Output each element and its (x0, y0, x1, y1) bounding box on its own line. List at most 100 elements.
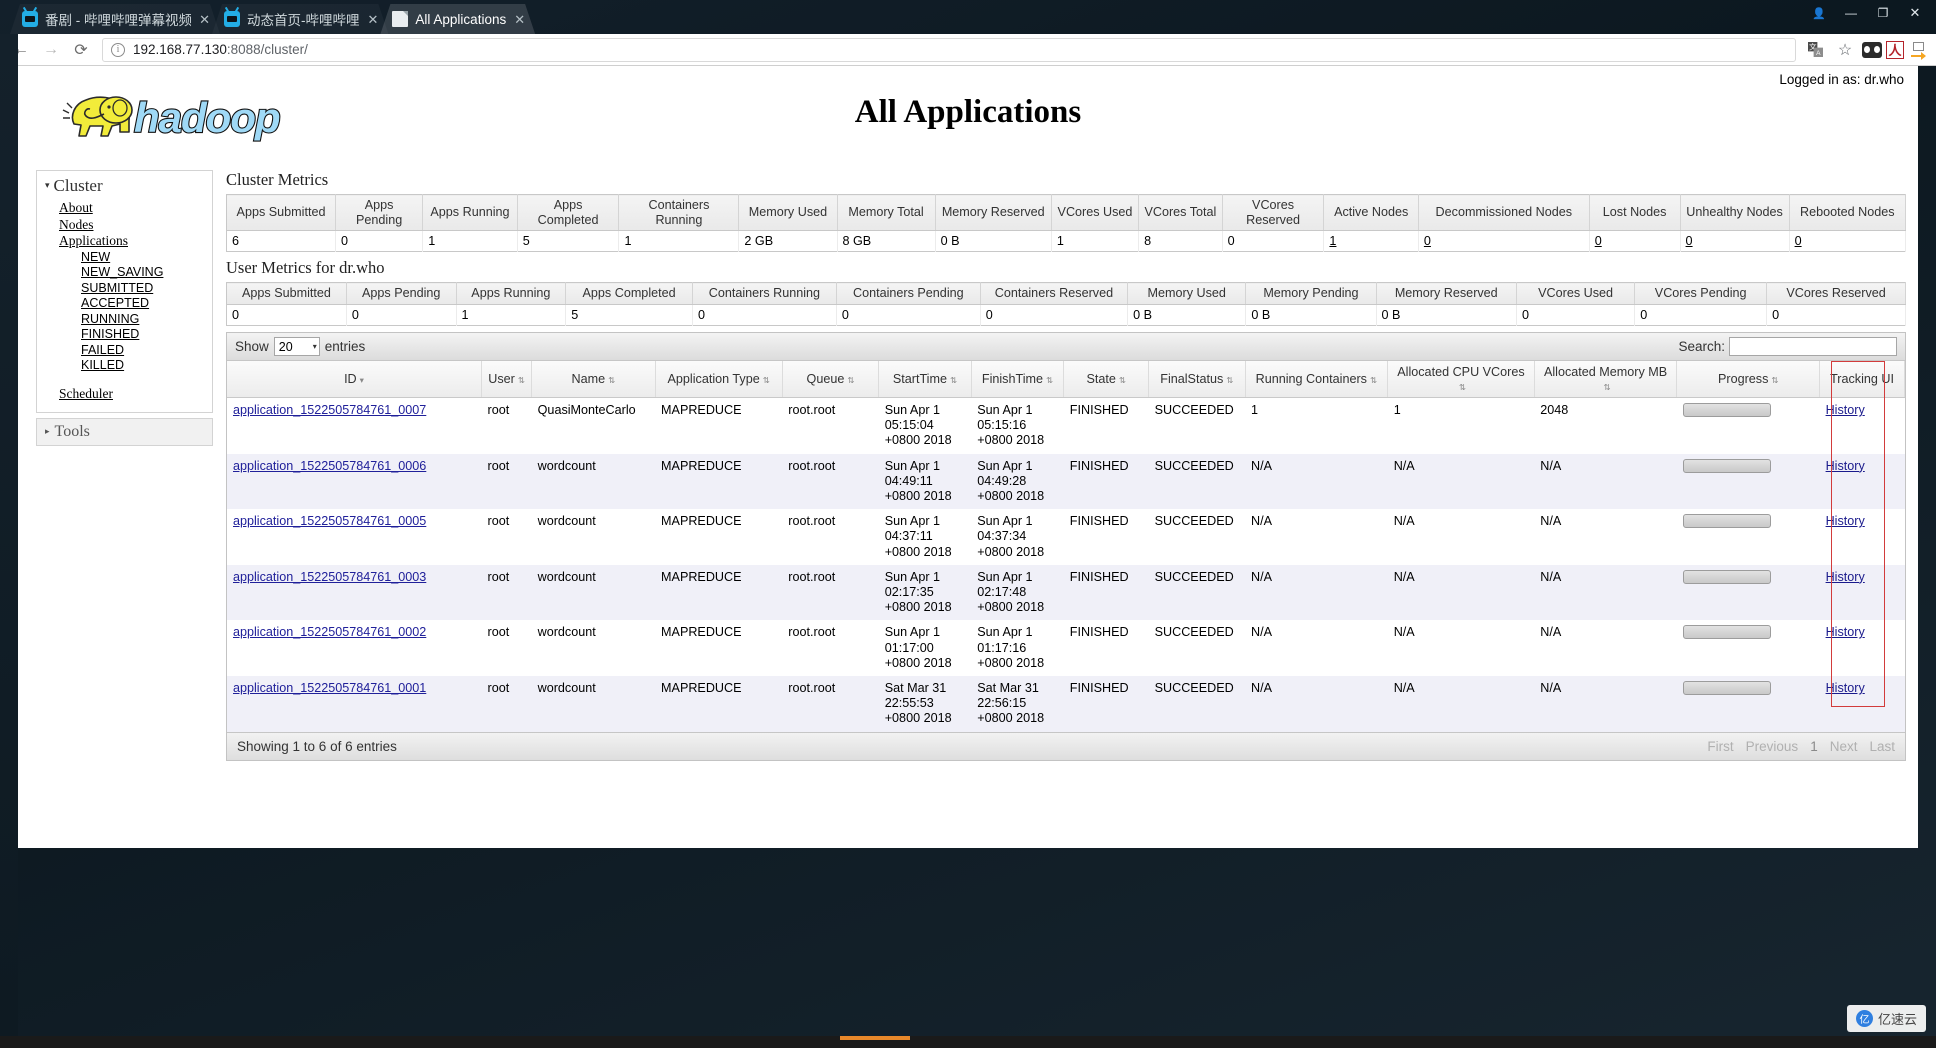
pagination-page-1[interactable]: 1 (1810, 739, 1818, 754)
cell-finalstatus: SUCCEEDED (1148, 453, 1246, 510)
watermark-logo-icon: 亿 (1855, 1010, 1873, 1027)
uval-apps-submitted: 0 (226, 304, 347, 326)
cluster-panel-header[interactable]: ▾ Cluster (37, 171, 212, 200)
history-link[interactable]: History (1826, 570, 1865, 584)
sidebar-item-scheduler[interactable]: Scheduler (59, 386, 212, 403)
th-starttime[interactable]: StartTime ⇅ (878, 361, 972, 398)
uth-memory-used: Memory Used (1127, 282, 1247, 305)
cell-running-containers: N/A (1245, 620, 1388, 677)
tab-close-icon[interactable]: ✕ (368, 13, 379, 26)
sidebar-item-running[interactable]: RUNNING (81, 312, 212, 328)
sidebar-item-new-saving[interactable]: NEW_SAVING (81, 265, 212, 281)
site-info-icon[interactable]: i (111, 42, 125, 57)
translate-icon[interactable]: 文 A (1802, 37, 1828, 63)
th-finishtime[interactable]: FinishTime ⇅ (971, 361, 1065, 398)
application-id-link[interactable]: application_1522505784761_0002 (233, 625, 426, 639)
application-id-link[interactable]: application_1522505784761_0005 (233, 514, 426, 528)
page-length-select[interactable]: 20 ▾ (273, 337, 320, 356)
search-input[interactable] (1729, 337, 1897, 356)
th-finalstatus[interactable]: FinalStatus ⇅ (1148, 361, 1246, 398)
th-running-containers[interactable]: Running Containers ⇅ (1245, 361, 1389, 398)
table-row[interactable]: application_1522505784761_0006 root word… (227, 453, 1905, 510)
sidebar-item-accepted[interactable]: ACCEPTED (81, 296, 212, 312)
application-id-link[interactable]: application_1522505784761_0001 (233, 681, 426, 695)
download-icon[interactable] (1908, 40, 1930, 60)
cell-finalstatus: SUCCEEDED (1148, 676, 1246, 732)
applications-datatable: Show 20 ▾ entries Search: ID ▾ User ⇅ Na… (226, 332, 1906, 761)
minimize-button[interactable]: — (1836, 2, 1866, 24)
uval-containers-pending: 0 (836, 304, 981, 326)
history-link[interactable]: History (1826, 625, 1865, 639)
link-lost-nodes[interactable]: 0 (1595, 234, 1602, 248)
pagination-next[interactable]: Next (1830, 739, 1858, 754)
table-row[interactable]: application_1522505784761_0001 root word… (227, 676, 1905, 732)
history-link[interactable]: History (1826, 514, 1865, 528)
table-row[interactable]: application_1522505784761_0003 root word… (227, 564, 1905, 621)
profile-icon[interactable]: 👤 (1804, 2, 1834, 24)
progress-indicator (840, 1036, 910, 1040)
browser-tab-2[interactable]: 动态首页-哔哩哔哩 ✕ (212, 4, 388, 34)
th-allocated-cpu-vcores[interactable]: Allocated CPU VCores ⇅ (1387, 361, 1535, 398)
pagination-last[interactable]: Last (1869, 739, 1895, 754)
tab-close-icon[interactable]: ✕ (514, 13, 525, 26)
th-queue[interactable]: Queue ⇅ (782, 361, 880, 398)
th-allocated-cpu-vcores-label: Allocated CPU VCores (1397, 365, 1525, 379)
cell-application-type: MAPREDUCE (655, 564, 783, 621)
table-row[interactable]: application_1522505784761_0005 root word… (227, 509, 1905, 565)
tools-panel[interactable]: ▸ Tools (36, 418, 213, 446)
application-id-link[interactable]: application_1522505784761_0007 (233, 403, 426, 417)
extension-icon[interactable] (1862, 41, 1882, 58)
table-row[interactable]: application_1522505784761_0002 root word… (227, 620, 1905, 677)
history-link[interactable]: History (1826, 681, 1865, 695)
tab-close-icon[interactable]: ✕ (199, 13, 210, 26)
forward-icon[interactable]: → (36, 37, 66, 63)
sidebar-item-killed[interactable]: KILLED (81, 358, 212, 374)
application-id-link[interactable]: application_1522505784761_0003 (233, 570, 426, 584)
maximize-button[interactable]: ❐ (1868, 2, 1898, 24)
cell-id: application_1522505784761_0005 (227, 509, 482, 565)
sidebar-item-applications[interactable]: Applications (59, 233, 212, 250)
uth-apps-running: Apps Running (456, 282, 567, 305)
table-row[interactable]: application_1522505784761_0007 root Quas… (227, 397, 1905, 454)
th-name[interactable]: Name ⇅ (531, 361, 656, 398)
sidebar-item-nodes[interactable]: Nodes (59, 217, 212, 234)
browser-tab-3-active[interactable]: All Applications ✕ (380, 4, 535, 34)
show-label: Show (235, 339, 269, 354)
pagination-first[interactable]: First (1707, 739, 1733, 754)
close-window-button[interactable]: ✕ (1900, 2, 1930, 24)
uval-vcores-used: 0 (1516, 304, 1636, 326)
link-rebooted-nodes[interactable]: 0 (1795, 234, 1802, 248)
th-tracking-ui[interactable]: Tracking UI (1819, 361, 1905, 398)
th-allocated-memory-mb[interactable]: Allocated Memory MB ⇅ (1534, 361, 1678, 398)
sort-icon: ⇅ (1369, 375, 1378, 385)
bookmark-star-icon[interactable]: ☆ (1832, 37, 1858, 63)
reload-icon[interactable]: ⟳ (66, 37, 96, 63)
th-name-label: Name (571, 372, 606, 386)
progress-bar (1682, 514, 1771, 529)
th-progress[interactable]: Progress ⇅ (1676, 361, 1821, 398)
document-icon (392, 11, 408, 27)
sidebar-item-new[interactable]: NEW (81, 250, 212, 266)
cell-user: root (481, 397, 532, 454)
sidebar-item-failed[interactable]: FAILED (81, 343, 212, 359)
cell-application-type: MAPREDUCE (655, 620, 783, 677)
applications-table: ID ▾ User ⇅ Name ⇅ Application Type ⇅ Queue ⇅… (227, 361, 1905, 732)
pagination-previous[interactable]: Previous (1746, 739, 1799, 754)
sidebar-item-finished[interactable]: FINISHED (81, 327, 212, 343)
history-link[interactable]: History (1826, 403, 1865, 417)
sidebar-item-about[interactable]: About (59, 200, 212, 217)
th-user[interactable]: User ⇅ (481, 361, 533, 398)
browser-tab-1[interactable]: 番剧 - 哔哩哔哩弹幕视频 ✕ (10, 4, 220, 34)
th-state[interactable]: State ⇅ (1063, 361, 1150, 398)
history-link[interactable]: History (1826, 459, 1865, 473)
th-application-type[interactable]: Application Type ⇅ (655, 361, 783, 398)
application-id-link[interactable]: application_1522505784761_0006 (233, 459, 426, 473)
address-bar[interactable]: i 192.168.77.130 :8088/cluster/ (102, 37, 1796, 62)
th-id[interactable]: ID ▾ (227, 361, 483, 398)
uval-containers-reserved: 0 (980, 304, 1129, 326)
pdf-icon[interactable]: 人 (1886, 40, 1904, 59)
link-unhealthy-nodes[interactable]: 0 (1686, 234, 1693, 248)
link-active-nodes[interactable]: 1 (1329, 234, 1336, 248)
sidebar-item-submitted[interactable]: SUBMITTED (81, 281, 212, 297)
link-decommissioned-nodes[interactable]: 0 (1424, 234, 1431, 248)
